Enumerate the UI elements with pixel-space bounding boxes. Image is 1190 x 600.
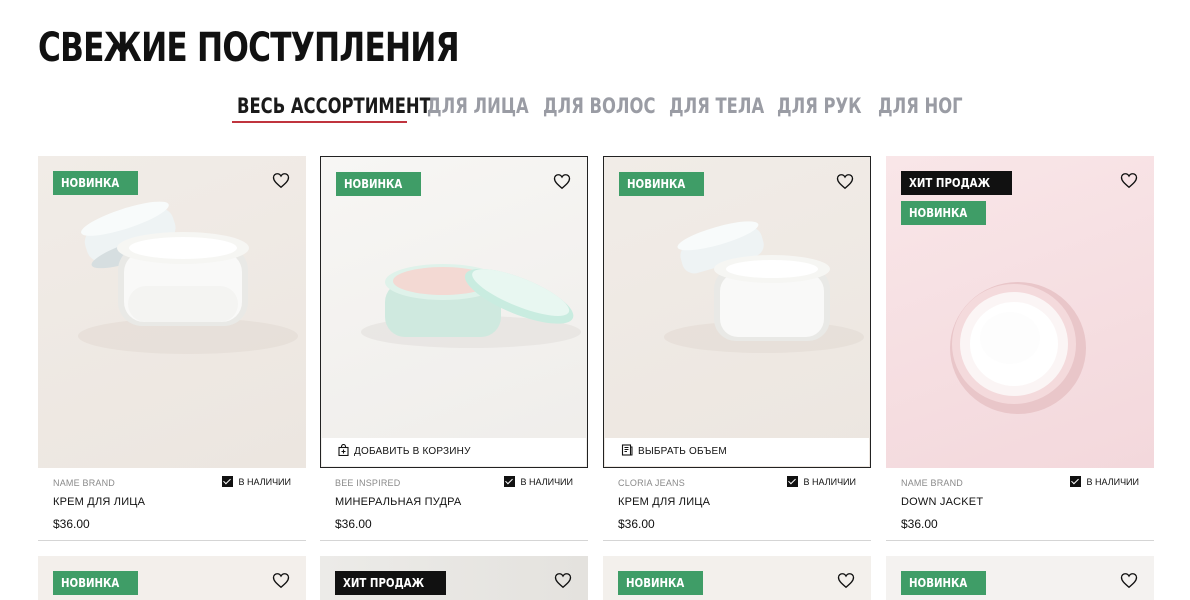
checkbox-checked-icon (222, 476, 234, 487)
product-image[interactable]: НОВИНКА (38, 156, 306, 468)
heart-icon[interactable] (836, 173, 854, 190)
product-name[interactable]: МИНЕРАЛЬНАЯ ПУДРА (335, 496, 461, 508)
badge-new: НОВИНКА (619, 172, 704, 196)
product-image[interactable]: НОВИНКА ВЫБРАТЬ ОБЪЕМ (603, 156, 871, 468)
heart-icon[interactable] (553, 173, 571, 190)
badge-new: НОВИНКА (901, 571, 986, 595)
product-card[interactable]: НОВИНКА (38, 556, 306, 600)
product-image[interactable]: НОВИНКА ДОБАВИТЬ В КОРЗИНУ (320, 156, 588, 468)
product-name[interactable]: КРЕМ ДЛЯ ЛИЦА (53, 496, 145, 508)
product-card[interactable]: НОВИНКА (603, 556, 871, 600)
heart-icon[interactable] (554, 572, 572, 589)
divider (886, 540, 1154, 541)
heart-icon[interactable] (837, 572, 855, 589)
badge-new: НОВИНКА (618, 571, 703, 595)
product-card[interactable]: ХИТ ПРОДАЖ (320, 556, 588, 600)
powder-jar-image (361, 264, 581, 348)
add-to-cart-button[interactable]: ДОБАВИТЬ В КОРЗИНУ (322, 438, 586, 466)
tab-hair[interactable]: ДЛЯ ВОЛОС (543, 94, 687, 124)
divider (603, 540, 871, 541)
stock-status: В НАЛИЧИИ (787, 476, 856, 487)
badge-new: НОВИНКА (53, 571, 138, 595)
choose-volume-button[interactable]: ВЫБРАТЬ ОБЪЕМ (605, 438, 869, 466)
tab-face[interactable]: ДЛЯ ЛИЦА (427, 94, 557, 124)
page-title: СВЕЖИЕ ПОСТУПЛЕНИЯ (38, 25, 460, 71)
product-price: $36.00 (53, 517, 90, 531)
stock-status: В НАЛИЧИИ (222, 476, 291, 487)
badge-new: НОВИНКА (336, 172, 421, 196)
tab-body[interactable]: ДЛЯ ТЕЛА (669, 94, 791, 124)
product-name[interactable]: DOWN JACKET (901, 496, 983, 508)
active-tab-underline (232, 121, 407, 123)
bag-icon (338, 444, 349, 457)
product-brand: BEE INSPIRED (335, 478, 401, 488)
product-image[interactable]: ХИТ ПРОДАЖ НОВИНКА (886, 156, 1154, 468)
product-brand: NAME BRAND (53, 478, 116, 488)
product-brand: CLORIA JEANS (618, 478, 685, 488)
heart-icon[interactable] (1120, 172, 1138, 189)
divider (38, 540, 306, 541)
tab-hands[interactable]: ДЛЯ РУК (777, 94, 885, 124)
stock-status: В НАЛИЧИИ (1070, 476, 1139, 487)
divider (320, 540, 588, 541)
product-card[interactable]: НОВИНКА (886, 556, 1154, 600)
badge-bestseller: ХИТ ПРОДАЖ (901, 171, 1013, 195)
category-tabs: ВЕСЬ АССОРТИМЕНТ ДЛЯ ЛИЦА ДЛЯ ВОЛОС ДЛЯ … (0, 94, 1190, 128)
badge-new: НОВИНКА (901, 201, 986, 225)
product-price: $36.00 (335, 517, 372, 531)
cream-jar-image (78, 201, 298, 354)
stock-status: В НАЛИЧИИ (504, 476, 573, 487)
heart-icon[interactable] (1120, 572, 1138, 589)
product-price: $36.00 (618, 517, 655, 531)
product-name[interactable]: КРЕМ ДЛЯ ЛИЦА (618, 496, 710, 508)
tab-feet[interactable]: ДЛЯ НОГ (878, 94, 986, 124)
checkbox-checked-icon (1070, 476, 1082, 487)
size-icon (621, 444, 633, 456)
product-price: $36.00 (901, 517, 938, 531)
checkbox-checked-icon (787, 476, 799, 487)
cream-jar-image (664, 221, 864, 353)
heart-icon[interactable] (272, 572, 290, 589)
checkbox-checked-icon (504, 476, 516, 487)
badge-new: НОВИНКА (53, 171, 138, 195)
product-brand: NAME BRAND (901, 478, 964, 488)
badge-bestseller: ХИТ ПРОДАЖ (335, 571, 447, 595)
heart-icon[interactable] (272, 172, 290, 189)
